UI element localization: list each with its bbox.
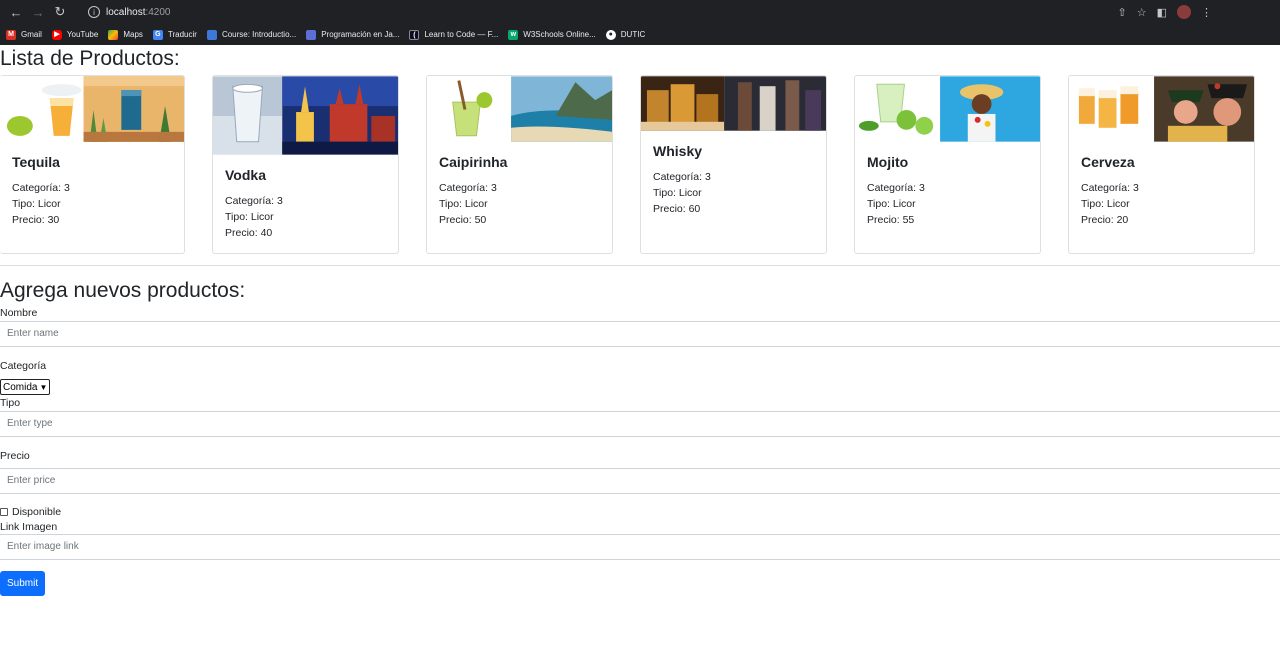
profile-avatar[interactable] bbox=[1177, 5, 1191, 19]
product-card-whisky: Whisky Categoría: 3 Tipo: Licor Precio: … bbox=[640, 75, 827, 254]
bookmark-dutic[interactable]: ● DUTIC bbox=[605, 29, 645, 40]
product-image bbox=[855, 76, 1040, 142]
whisky-image bbox=[641, 76, 826, 131]
site-info-icon[interactable]: i bbox=[88, 6, 100, 18]
product-card-tequila: Tequila Categoría: 3 Tipo: Licor Precio:… bbox=[0, 75, 185, 254]
bookmark-freecodecamp[interactable]: (Learn to Code — F... bbox=[409, 29, 498, 40]
youtube-icon: ▶ bbox=[51, 29, 62, 40]
product-tipo: Tipo: Licor bbox=[1081, 198, 1130, 210]
browser-toolbar: ← → ↻ i localhost:4200 ⇧ ☆ ◧ ⋮ bbox=[0, 0, 1280, 24]
bookmark-course[interactable]: Course: Introductio... bbox=[206, 29, 296, 40]
products-title: Lista de Productos: bbox=[0, 47, 180, 70]
product-tipo: Tipo: Licor bbox=[439, 198, 488, 210]
product-image bbox=[427, 76, 612, 142]
nombre-input[interactable]: Enter name bbox=[0, 321, 1280, 347]
product-precio: Precio: 20 bbox=[1081, 214, 1129, 226]
product-card-caipirinha: Caipirinha Categoría: 3 Tipo: Licor Prec… bbox=[426, 75, 613, 254]
tipo-label: Tipo bbox=[0, 397, 21, 409]
bookmark-traducir[interactable]: G Traducir bbox=[152, 29, 197, 40]
product-tipo: Tipo: Licor bbox=[867, 198, 916, 210]
product-categoria: Categoría: 3 bbox=[225, 195, 283, 207]
product-precio: Precio: 30 bbox=[12, 214, 60, 226]
new-product-form: Nombre Enter name Categoría Comida ▼ Tip… bbox=[0, 306, 1280, 596]
url-port: :4200 bbox=[145, 6, 171, 18]
bookmarks-bar: M Gmail ▶ YouTube Maps G Traducir Course: I… bbox=[0, 24, 1280, 45]
course-icon bbox=[206, 29, 217, 40]
product-categoria: Categoría: 3 bbox=[439, 182, 497, 194]
building-icon bbox=[306, 29, 317, 40]
reload-icon[interactable]: ↻ bbox=[50, 2, 70, 22]
categoria-select[interactable]: Comida ▼ bbox=[0, 379, 51, 395]
product-card-cerveza: Cerveza Categoría: 3 Tipo: Licor Precio:… bbox=[1068, 75, 1255, 254]
maps-icon bbox=[108, 29, 119, 40]
product-categoria: Categoría: 3 bbox=[867, 182, 925, 194]
product-name: Caipirinha bbox=[439, 154, 508, 170]
tequila-image bbox=[0, 76, 184, 142]
freecodecamp-icon: ( bbox=[409, 29, 420, 40]
product-precio: Precio: 40 bbox=[225, 227, 273, 239]
imagen-label: Link Imagen bbox=[0, 521, 58, 533]
bookmark-gmail[interactable]: M Gmail bbox=[6, 29, 42, 40]
product-tipo: Tipo: Licor bbox=[653, 187, 702, 199]
browser-chrome: ← → ↻ i localhost:4200 ⇧ ☆ ◧ ⋮ M Gmail ▶ Y… bbox=[0, 0, 1280, 45]
product-name: Tequila bbox=[12, 154, 60, 170]
product-precio: Precio: 60 bbox=[653, 203, 701, 215]
star-icon[interactable]: ☆ bbox=[1137, 6, 1147, 19]
product-image bbox=[1069, 76, 1254, 142]
product-precio: Precio: 50 bbox=[439, 214, 487, 226]
forward-icon[interactable]: → bbox=[28, 2, 48, 22]
precio-input[interactable]: Enter price bbox=[0, 468, 1280, 494]
product-name: Whisky bbox=[653, 143, 703, 159]
address-bar[interactable]: i localhost:4200 ⇧ ☆ ◧ ⋮ bbox=[80, 2, 1220, 22]
bookmark-maps[interactable]: Maps bbox=[108, 29, 143, 40]
disponible-label: Disponible bbox=[12, 506, 62, 518]
product-tipo: Tipo: Licor bbox=[12, 198, 61, 210]
product-card-mojito: Mojito Categoría: 3 Tipo: Licor Precio: … bbox=[854, 75, 1041, 254]
product-tipo: Tipo: Licor bbox=[225, 211, 274, 223]
categoria-selected: Comida bbox=[3, 381, 38, 393]
share-icon[interactable]: ⇧ bbox=[1118, 6, 1127, 19]
bookmark-youtube[interactable]: ▶ YouTube bbox=[51, 29, 98, 40]
mojito-image bbox=[855, 76, 1040, 142]
menu-icon[interactable]: ⋮ bbox=[1201, 6, 1212, 19]
cerveza-image bbox=[1069, 76, 1254, 142]
translate-icon: G bbox=[152, 29, 163, 40]
product-image bbox=[641, 76, 826, 131]
submit-button[interactable]: Submit bbox=[0, 571, 46, 596]
disponible-checkbox[interactable] bbox=[0, 508, 8, 516]
product-precio: Precio: 55 bbox=[867, 214, 915, 226]
product-image bbox=[213, 76, 398, 155]
section-divider bbox=[0, 265, 1280, 266]
precio-label: Precio bbox=[0, 450, 30, 462]
product-categoria: Categoría: 3 bbox=[1081, 182, 1139, 194]
nombre-label: Nombre bbox=[0, 307, 38, 319]
page-content: Lista de Productos: Tequila Categoría: 3… bbox=[0, 45, 1280, 664]
bookmark-w3schools[interactable]: w W3Schools Online... bbox=[508, 29, 596, 40]
caipirinha-image bbox=[427, 76, 612, 142]
product-cards: Tequila Categoría: 3 Tipo: Licor Precio:… bbox=[0, 75, 1280, 255]
imagen-input[interactable]: Enter image link bbox=[0, 534, 1280, 560]
categoria-label: Categoría bbox=[0, 360, 47, 372]
product-categoria: Categoría: 3 bbox=[12, 182, 70, 194]
side-panel-icon[interactable]: ◧ bbox=[1157, 6, 1167, 19]
product-name: Cerveza bbox=[1081, 154, 1135, 170]
product-name: Mojito bbox=[867, 154, 909, 170]
url-host: localhost bbox=[106, 6, 146, 18]
back-icon[interactable]: ← bbox=[6, 2, 26, 22]
chevron-down-icon: ▼ bbox=[39, 382, 48, 392]
bookmark-programacion[interactable]: Programación en Ja... bbox=[306, 29, 399, 40]
product-card-vodka: Vodka Categoría: 3 Tipo: Licor Precio: 4… bbox=[212, 75, 399, 254]
form-title: Agrega nuevos productos: bbox=[0, 279, 246, 302]
tipo-input[interactable]: Enter type bbox=[0, 411, 1280, 437]
product-name: Vodka bbox=[225, 167, 266, 183]
product-categoria: Categoría: 3 bbox=[653, 171, 711, 183]
dutic-icon: ● bbox=[605, 29, 616, 40]
vodka-image bbox=[213, 76, 398, 155]
w3schools-icon: w bbox=[508, 29, 519, 40]
disponible-row: Disponible bbox=[0, 506, 1280, 518]
gmail-icon: M bbox=[6, 29, 16, 40]
product-image bbox=[0, 76, 184, 142]
